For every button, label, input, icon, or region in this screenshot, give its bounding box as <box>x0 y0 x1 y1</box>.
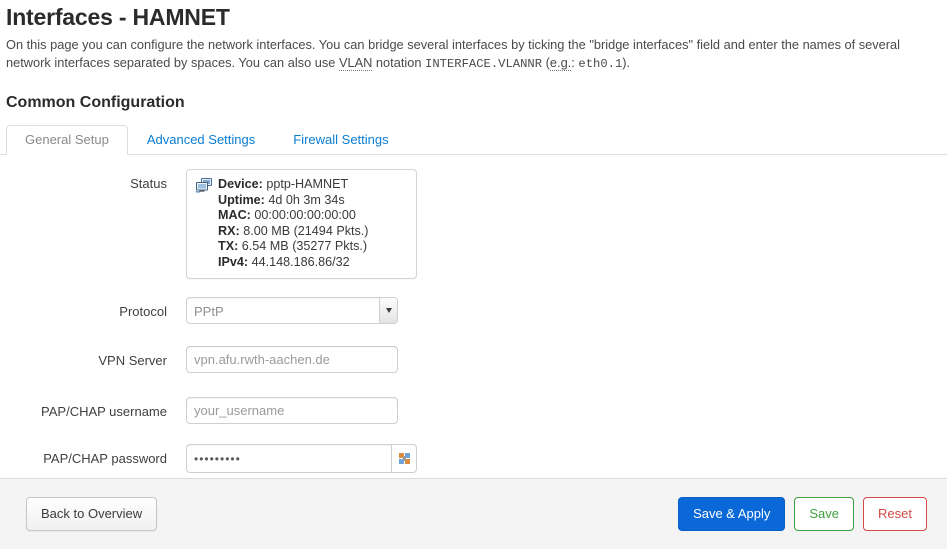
status-line-tx: TX: 6.54 MB (35277 Pkts.) <box>196 239 407 255</box>
protocol-control: PPtP <box>186 297 947 324</box>
status-key-ipv4: IPv4: <box>218 254 249 269</box>
status-line-device: Device: pptp-HAMNET <box>196 177 407 193</box>
tab-general-setup[interactable]: General Setup <box>6 125 128 155</box>
vpn-server-control <box>186 346 947 373</box>
interfaces-page: Interfaces - HAMNET On this page you can… <box>0 0 947 549</box>
chevron-down-icon[interactable] <box>379 298 397 323</box>
form-row-pap-username: PAP/CHAP username <box>0 397 947 424</box>
description-text-5: ). <box>622 55 631 70</box>
pap-username-input[interactable] <box>186 397 398 424</box>
form-row-protocol: Protocol PPtP <box>0 297 947 324</box>
footer-action-bar: Back to Overview Save & Apply Save Reset <box>0 478 947 549</box>
tab-firewall-settings[interactable]: Firewall Settings <box>274 125 407 155</box>
protocol-select-wrap[interactable]: PPtP <box>186 297 398 324</box>
status-line-rx: RX: 8.00 MB (21494 Pkts.) <box>196 224 407 240</box>
status-value-rx: 8.00 MB (21494 Pkts.) <box>243 223 369 238</box>
status-value-tx: 6.54 MB (35277 Pkts.) <box>241 239 368 253</box>
pap-password-control <box>186 444 947 473</box>
status-key-mac: MAC: <box>218 208 251 222</box>
status-value-mac: 00:00:00:00:00:00 <box>254 208 356 222</box>
broken-image-icon <box>398 453 410 464</box>
eg-abbr: e.g. <box>549 55 572 71</box>
reset-button[interactable]: Reset <box>863 497 927 531</box>
description-text-3: ( <box>542 55 550 70</box>
status-line-ipv4: IPv4: 44.148.186.86/32 <box>196 255 407 271</box>
status-label: Status <box>130 176 167 191</box>
pap-password-input[interactable] <box>186 444 391 473</box>
pap-username-label: PAP/CHAP username <box>41 404 167 419</box>
status-line-uptime: Uptime: 4d 0h 3m 34s <box>196 193 407 209</box>
status-value-device: pptp-HAMNET <box>266 177 349 191</box>
eth-code: eth0.1 <box>578 57 623 71</box>
page-title: Interfaces - HAMNET <box>6 4 230 30</box>
status-value-uptime: 4d 0h 3m 34s <box>268 192 345 207</box>
vpn-server-label: VPN Server <box>98 353 167 368</box>
status-line-mac: MAC: 00:00:00:00:00:00 <box>196 208 407 224</box>
back-to-overview-button[interactable]: Back to Overview <box>26 497 158 531</box>
tab-advanced-settings[interactable]: Advanced Settings <box>128 125 274 155</box>
status-control: Device: pptp-HAMNET Uptime: 4d 0h 3m 34s… <box>186 169 947 279</box>
tab-bar: General Setup Advanced Settings Firewall… <box>0 125 947 155</box>
save-button[interactable]: Save <box>794 497 855 531</box>
section-title: Common Configuration <box>6 94 185 111</box>
form-row-pap-password: PAP/CHAP password <box>0 444 947 473</box>
status-key-uptime: Uptime: <box>218 192 265 207</box>
password-input-group <box>186 444 417 473</box>
reveal-password-button[interactable] <box>391 444 417 473</box>
status-key-tx: TX: <box>218 239 239 253</box>
vlan-abbr: VLAN <box>338 55 373 71</box>
footer-primary-actions: Save & Apply Save Reset <box>678 497 927 531</box>
form-row-status: Status Device: pptp-HAMNET Uptime: 4d 0h… <box>0 169 947 279</box>
vlannr-code: INTERFACE.VLANNR <box>425 57 543 71</box>
form-row-vpn-server: VPN Server <box>0 346 947 373</box>
status-key-rx: RX: <box>218 223 240 238</box>
protocol-label: Protocol <box>119 304 167 319</box>
network-device-icon <box>196 178 213 193</box>
pap-password-label: PAP/CHAP password <box>43 451 167 466</box>
status-box: Device: pptp-HAMNET Uptime: 4d 0h 3m 34s… <box>186 169 417 279</box>
page-description: On this page you can configure the netwo… <box>0 30 930 73</box>
status-value-ipv4: 44.148.186.86/32 <box>251 254 350 269</box>
pap-username-control <box>186 397 947 424</box>
status-key-device: Device: <box>218 177 263 191</box>
description-text-2: notation <box>372 55 426 70</box>
common-configuration-form: Status Device: pptp-HAMNET Uptime: 4d 0h… <box>0 155 947 473</box>
save-apply-button[interactable]: Save & Apply <box>678 497 786 531</box>
vpn-server-input[interactable] <box>186 346 398 373</box>
protocol-select[interactable]: PPtP <box>186 297 398 324</box>
